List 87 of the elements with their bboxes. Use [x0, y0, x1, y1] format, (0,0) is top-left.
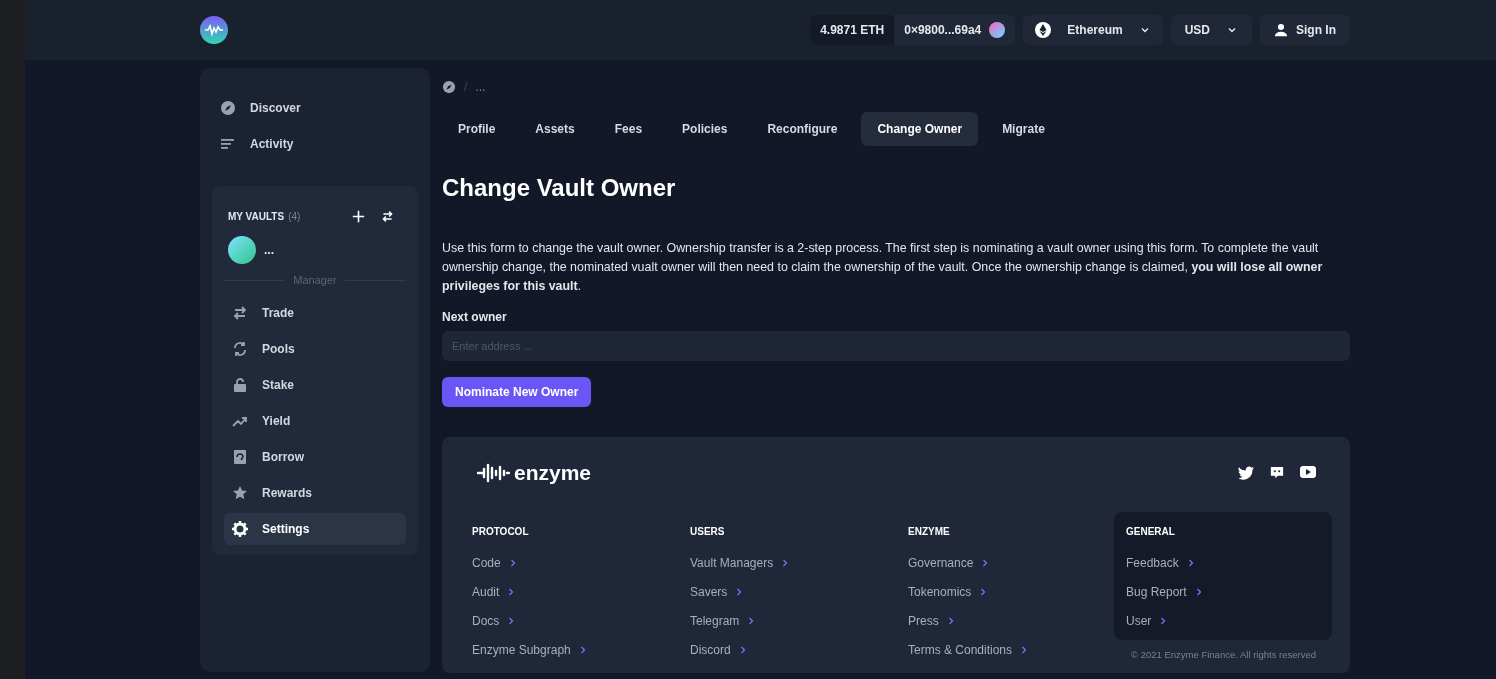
tab[interactable]: Fees	[598, 112, 659, 146]
chat-icon	[1270, 465, 1284, 480]
tab[interactable]: Migrate	[986, 112, 1061, 146]
vault-avatar-icon	[228, 236, 256, 264]
column-heading: PROTOCOL	[472, 525, 530, 540]
footer-link[interactable]: Savers	[690, 583, 744, 602]
footer-link[interactable]: Bug Report	[1126, 583, 1203, 602]
chevron-right-icon	[1194, 588, 1203, 597]
currency-dropdown[interactable]: USD	[1170, 15, 1252, 45]
compass-icon	[220, 100, 236, 116]
chevron-right-icon	[781, 559, 790, 568]
tab[interactable]: Policies	[666, 112, 744, 146]
avatar-icon	[989, 22, 1006, 38]
footer-link[interactable]: Enzyme Subgraph	[472, 641, 587, 660]
refresh-icon	[232, 340, 248, 357]
column-heading: USERS	[690, 525, 726, 540]
footer-link[interactable]: Terms & Conditions	[908, 641, 1029, 660]
sidebar-item[interactable]: Pools	[224, 332, 406, 365]
footer-link[interactable]: Feedback	[1126, 554, 1195, 573]
compass-icon	[442, 80, 456, 94]
twitter-icon	[1238, 465, 1254, 480]
footer-link[interactable]: User	[1126, 612, 1168, 631]
tab[interactable]: Profile	[442, 112, 512, 146]
vault-count: (4)	[288, 209, 301, 224]
chevron-right-icon	[1159, 617, 1168, 626]
logo-icon	[200, 16, 228, 44]
brand-name: enzyme	[514, 459, 592, 486]
footer-link[interactable]: Governance	[908, 554, 990, 573]
footer-link[interactable]: Docs	[472, 612, 516, 631]
vault-name[interactable]: ...	[264, 241, 274, 259]
balance-text: 4.9871 ETH	[810, 15, 895, 45]
list-icon	[220, 136, 236, 152]
account-button[interactable]: 0×9800...69a4	[894, 15, 1016, 45]
description-text: Use this form to change the vault owner. Ownership transfer is a 2-step process. The first step is nominating a vault owner using this form. To complete the vault ownership change, the nominated vualt owner will then need to claim the ownership of the vault. Once the ownership change is claimed, you will lose all owner privileges for this vault.	[442, 239, 1324, 295]
sidebar-item[interactable]: Rewards	[224, 476, 406, 509]
breadcrumb-separator: /	[464, 79, 468, 96]
wave-logo-icon	[476, 461, 510, 484]
chevron-right-icon	[1186, 559, 1195, 568]
sign-in-button[interactable]: Sign In	[1260, 15, 1350, 45]
breadcrumb-link[interactable]: ...	[475, 78, 486, 96]
document-icon	[232, 448, 248, 465]
section-heading: MY VAULTS	[228, 209, 285, 224]
tab[interactable]: Assets	[519, 112, 591, 146]
ethereum-icon	[1035, 22, 1052, 38]
footer-link[interactable]: Code	[472, 554, 517, 573]
page-title: Change Vault Owner	[442, 174, 677, 203]
sidebar-item[interactable]: Yield	[224, 404, 406, 437]
chevron-right-icon	[747, 617, 756, 626]
chevron-right-icon	[979, 588, 988, 597]
swap-arrows-icon	[232, 304, 248, 321]
tab[interactable]: Reconfigure	[751, 112, 854, 146]
chevron-right-icon	[738, 646, 747, 655]
footer-link[interactable]: Vault Managers	[690, 554, 790, 573]
copyright-text: © 2021 Enzyme Finance. All rights reserved	[1131, 648, 1317, 663]
footer-link[interactable]: Press	[908, 612, 955, 631]
sidebar-item[interactable]: Stake	[224, 368, 406, 401]
star-icon	[232, 484, 248, 501]
chevron-right-icon	[508, 559, 517, 568]
footer-link[interactable]: Tokenomics	[908, 583, 988, 602]
padlock-icon	[232, 376, 248, 393]
chevron-right-icon	[946, 617, 955, 626]
footer-link[interactable]: Discord	[690, 641, 747, 660]
field-label: Next owner	[442, 308, 508, 326]
nominate-button[interactable]: Nominate New Owner	[442, 376, 592, 407]
plus-icon	[352, 210, 365, 224]
column-heading: GENERAL	[1126, 525, 1176, 540]
chevron-right-icon	[735, 588, 744, 597]
tab[interactable]: Change Owner	[861, 112, 979, 146]
chevron-right-icon	[578, 646, 587, 655]
chevron-right-icon	[1020, 646, 1029, 655]
sidebar-item[interactable]: Trade	[224, 296, 406, 329]
section-label: Manager	[293, 273, 337, 288]
swap-arrows-icon	[381, 210, 394, 224]
column-heading: ENZYME	[908, 525, 951, 540]
footer-link[interactable]: Audit	[472, 583, 516, 602]
chevron-right-icon	[507, 617, 516, 626]
sidebar-item[interactable]: Borrow	[224, 440, 406, 473]
network-dropdown[interactable]: Ethereum	[1023, 15, 1163, 45]
user-icon	[1274, 23, 1288, 37]
sidebar-item[interactable]: Settings	[224, 512, 406, 545]
footer-link[interactable]: Telegram	[690, 612, 756, 631]
chevron-right-icon	[507, 588, 516, 597]
sidebar-item[interactable]: Activity	[212, 128, 418, 160]
sidebar-item[interactable]: Discover	[212, 92, 418, 124]
settings-icon	[232, 520, 248, 537]
video-play-icon	[1300, 465, 1316, 478]
chevron-right-icon	[981, 559, 990, 568]
